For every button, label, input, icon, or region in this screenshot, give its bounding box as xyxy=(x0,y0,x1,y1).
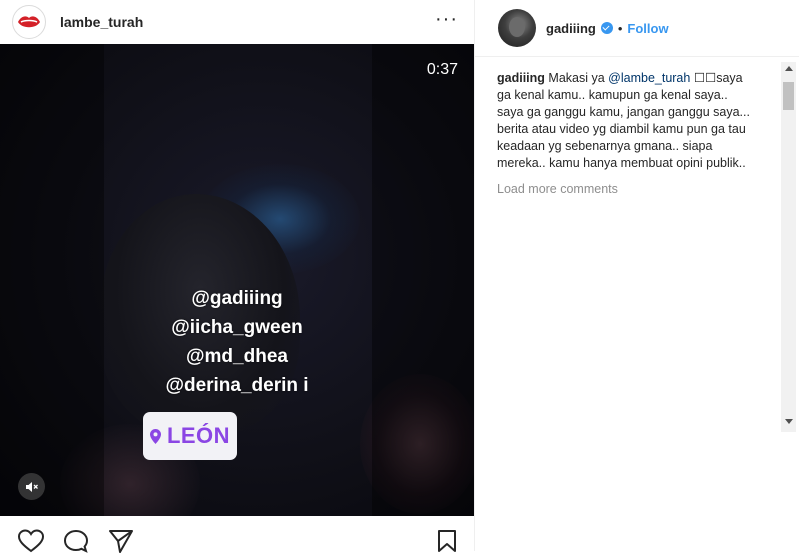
location-sticker: LEÓN xyxy=(143,412,237,460)
post-header: lambe_turah ··· xyxy=(0,0,474,44)
comment-mention-link[interactable]: @lambe_turah xyxy=(608,71,690,85)
comment-username[interactable]: gadiiing xyxy=(497,71,545,85)
comment-item: gadiiing Makasi ya @lambe_turah ☐☐saya g… xyxy=(497,70,755,172)
avatar[interactable] xyxy=(498,9,536,47)
follow-button[interactable]: Follow xyxy=(627,21,668,36)
scrollbar-thumb[interactable] xyxy=(783,82,794,110)
comments-scrollbar[interactable] xyxy=(781,62,796,432)
video-player[interactable]: 0:37 @gadiiing @iicha_gween @md_dhea @de… xyxy=(0,44,474,516)
comment-bubble-icon[interactable] xyxy=(63,529,89,553)
video-tag: @gadiiing xyxy=(191,288,283,309)
verified-badge-icon xyxy=(600,22,613,34)
comment-text-start: Makasi ya xyxy=(548,71,609,85)
video-tag: @derina_derin i xyxy=(165,375,309,396)
video-duration: 0:37 xyxy=(426,61,458,78)
video-letterbox-right xyxy=(372,44,474,516)
comment-list: gadiiing Makasi ya @lambe_turah ☐☐saya g… xyxy=(497,70,755,198)
post-actions-bar xyxy=(0,516,474,553)
location-label: LEÓN xyxy=(166,423,231,448)
post-username[interactable]: lambe_turah xyxy=(60,14,143,30)
video-tag: @md_dhea xyxy=(186,346,288,367)
comment-text-rest: ☐☐saya ga kenal kamu.. kamupun ga kenal … xyxy=(497,71,750,170)
heart-icon[interactable] xyxy=(17,529,45,553)
comments-panel: gadiiing • Follow gadiiing Makasi ya @la… xyxy=(474,0,799,551)
video-letterbox-left xyxy=(0,44,104,516)
more-options-button[interactable]: ··· xyxy=(435,8,458,31)
scroll-up-arrow-icon[interactable] xyxy=(785,66,793,71)
speaker-muted-icon[interactable] xyxy=(18,473,45,500)
lips-logo-icon[interactable] xyxy=(12,5,46,39)
post-panel: lambe_turah ··· 0:37 @gadiiing @iicha_gw… xyxy=(0,0,474,553)
video-tag: @iicha_gween xyxy=(171,317,303,338)
sidebar-header: gadiiing • Follow xyxy=(475,0,799,57)
bookmark-icon[interactable] xyxy=(437,529,457,553)
location-pin-icon xyxy=(149,428,161,444)
sidebar-username[interactable]: gadiiing xyxy=(546,21,596,36)
paper-plane-icon[interactable] xyxy=(108,529,134,553)
video-tag-list: @gadiiing @iicha_gween @md_dhea @derina_… xyxy=(0,284,474,400)
avatar-face xyxy=(509,17,525,37)
separator-dot: • xyxy=(617,20,623,36)
scroll-down-arrow-icon[interactable] xyxy=(785,419,793,424)
load-more-comments-button[interactable]: Load more comments xyxy=(497,181,755,198)
